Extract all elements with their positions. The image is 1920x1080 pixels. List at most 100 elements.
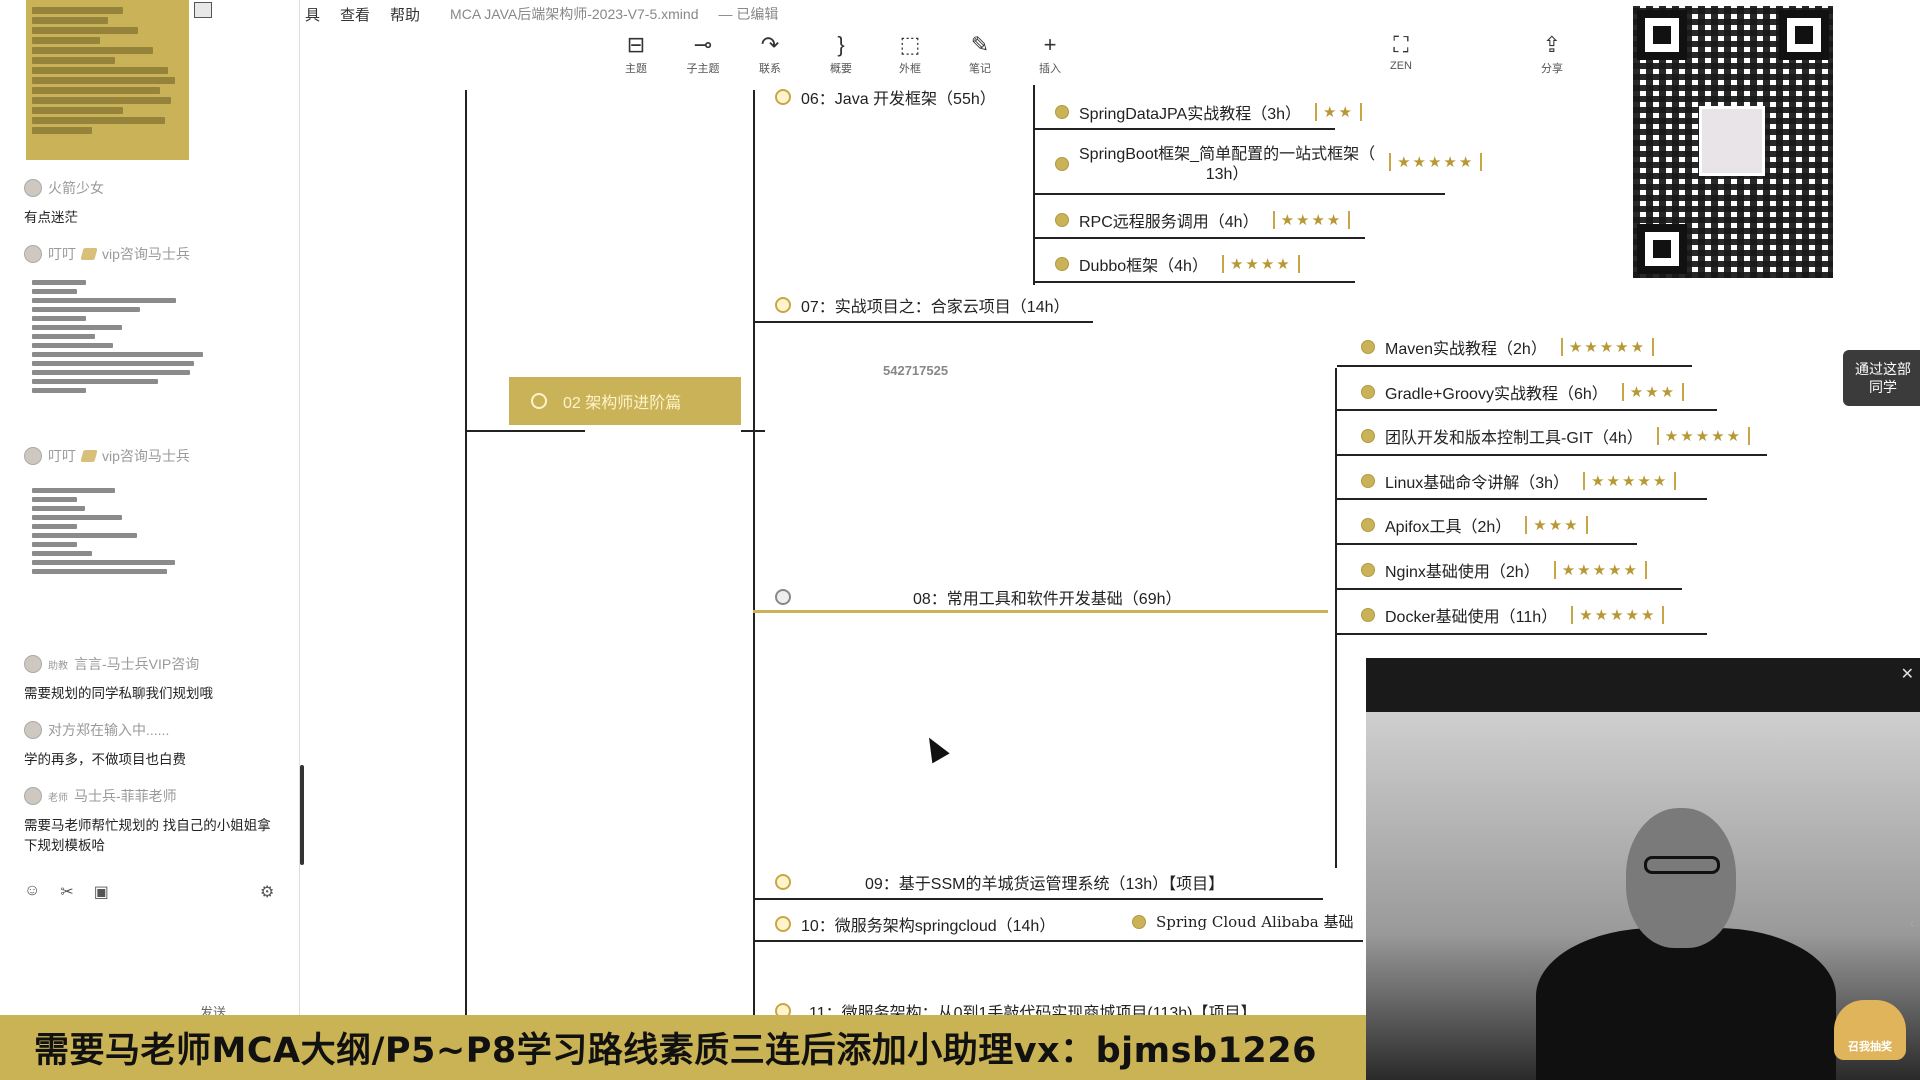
avatar bbox=[24, 447, 42, 465]
live-chat-panel: 火箭少女 有点迷茫 叮叮 vip咨询马士兵 叮叮 vip咨询马士兵 助教 言言-… bbox=[0, 0, 300, 1020]
subtopic-docker[interactable]: Docker基础使用（11h） ★★★★★ bbox=[1361, 603, 1665, 627]
summary-icon: } bbox=[837, 32, 845, 57]
subtopic-nginx[interactable]: Nginx基础使用（2h） ★★★★★ bbox=[1361, 558, 1647, 582]
connector-line bbox=[1337, 498, 1707, 500]
menu-item-view[interactable]: 查看 bbox=[340, 4, 370, 25]
zen-label: ZEN bbox=[1390, 60, 1412, 72]
promo-banner: 需要马老师MCA大纲/P5~P8学习路线素质三连后添加小助理vx：bjmsb12… bbox=[0, 1015, 1366, 1080]
topic-label: 08：常用工具和软件开发基础（69h） bbox=[913, 591, 1182, 608]
insert-button[interactable]: + 插入 bbox=[1022, 30, 1078, 76]
avatar bbox=[24, 245, 42, 263]
chat-message-blurred bbox=[32, 484, 182, 578]
connector-line bbox=[753, 940, 1363, 942]
side-promo-tag[interactable]: 通过这部 同学 bbox=[1843, 350, 1920, 406]
subtopic-button[interactable]: ⊸ 子主题 bbox=[675, 30, 731, 76]
rating-stars: ★★★★ bbox=[1272, 211, 1351, 229]
menu-item-help[interactable]: 帮助 bbox=[390, 4, 420, 25]
chat-username: 对方郑在输入中...... bbox=[48, 722, 170, 738]
boundary-icon: ⬚ bbox=[899, 32, 921, 57]
topic-marker-icon bbox=[775, 916, 791, 932]
subtopic-linux[interactable]: Linux基础命令讲解（3h） ★★★★★ bbox=[1361, 469, 1677, 493]
summary-button[interactable]: } 概要 bbox=[813, 30, 869, 76]
emoji-icon[interactable]: ☺ bbox=[24, 882, 40, 902]
bullet-icon bbox=[1361, 518, 1375, 532]
connector-line bbox=[1337, 409, 1717, 411]
close-icon[interactable]: ✕ bbox=[1901, 664, 1914, 684]
note-button[interactable]: ✎ 笔记 bbox=[952, 30, 1008, 76]
qr-code bbox=[1633, 6, 1833, 278]
chat-message-text: 需要规划的同学私聊我们规划哦 bbox=[24, 686, 213, 701]
subtopic-rpc[interactable]: RPC远程服务调用（4h） ★★★★ bbox=[1055, 208, 1351, 232]
bullet-icon bbox=[1361, 340, 1375, 354]
webcam-video[interactable]: ✕ ‹ 召我抽奖 bbox=[1366, 658, 1920, 1080]
topic-09[interactable]: 09：基于SSM的羊城货运管理系统（13h）【项目】 bbox=[775, 870, 1224, 894]
rating-stars: ★★★★★ bbox=[1656, 427, 1751, 445]
lottery-badge[interactable]: 召我抽奖 bbox=[1834, 1000, 1906, 1060]
topic-icon: ⊟ bbox=[626, 32, 646, 57]
topic-label: 09：基于SSM的羊城货运管理系统（13h）【项目】 bbox=[865, 876, 1225, 893]
screen: 火箭少女 有点迷茫 叮叮 vip咨询马士兵 叮叮 vip咨询马士兵 助教 言言-… bbox=[0, 0, 1920, 1080]
zen-button[interactable]: ⛶ ZEN bbox=[1373, 30, 1429, 72]
topic-label: 06：Java 开发框架（55h） bbox=[801, 91, 996, 108]
chat-message-blurred bbox=[32, 276, 212, 397]
edit-status: — 已编辑 bbox=[718, 6, 779, 22]
avatar bbox=[24, 179, 42, 197]
connector-line bbox=[753, 321, 1093, 323]
chat-username-suffix: vip咨询马士兵 bbox=[102, 246, 190, 262]
scissors-icon[interactable]: ✂ bbox=[60, 882, 73, 902]
subtopic-label: Maven实战教程（2h） bbox=[1385, 341, 1547, 358]
topic-10[interactable]: 10：微服务架构springcloud（14h） bbox=[775, 912, 1055, 936]
chat-scrollbar[interactable] bbox=[300, 765, 304, 865]
boundary-button[interactable]: ⬚ 外框 bbox=[882, 30, 938, 76]
edit-icon[interactable] bbox=[194, 2, 212, 18]
watermark-id: 542717525 bbox=[883, 363, 949, 378]
subtopic-label: SpringBoot框架_简单配置的一站式框架（ bbox=[1079, 146, 1376, 163]
subtopic-springboot[interactable]: SpringBoot框架_简单配置的一站式框架（ 13h） ★★★★★ bbox=[1055, 145, 1483, 185]
connector-line bbox=[1337, 588, 1682, 590]
subtopic-git[interactable]: 团队开发和版本控制工具-GIT（4h） ★★★★★ bbox=[1361, 424, 1751, 448]
connector-line bbox=[465, 430, 585, 432]
image-icon[interactable]: ▣ bbox=[94, 882, 109, 902]
rating-stars: ★★★ bbox=[1525, 516, 1588, 534]
bullet-icon bbox=[1132, 914, 1146, 929]
subtopic-springdatajpa[interactable]: SpringDataJPA实战教程（3h） ★★ bbox=[1055, 100, 1362, 124]
topic-08[interactable]: 08：常用工具和软件开发基础（69h） bbox=[775, 585, 1182, 609]
chat-role-badge: 助教 bbox=[48, 660, 68, 672]
collapse-icon[interactable]: ‹ bbox=[1910, 916, 1914, 930]
connector-line bbox=[1337, 633, 1707, 635]
settings-icon[interactable]: ⚙ bbox=[260, 882, 274, 902]
chat-message-text: 有点迷茫 bbox=[24, 210, 78, 225]
rating-stars: ★★★★★ bbox=[1560, 338, 1655, 356]
subtopic-dubbo[interactable]: Dubbo框架（4h） ★★★★ bbox=[1055, 252, 1300, 276]
share-button[interactable]: ⇪ 分享 bbox=[1524, 30, 1580, 76]
topic-06[interactable]: 06：Java 开发框架（55h） bbox=[775, 85, 996, 109]
vip-badge-icon bbox=[80, 450, 98, 462]
chat-message-header: 助教 言言-马士兵VIP咨询 bbox=[24, 654, 199, 674]
boundary-label: 外框 bbox=[899, 63, 921, 75]
subtopic-label: SpringDataJPA实战教程（3h） bbox=[1079, 106, 1302, 123]
subtopic-springcloud-alibaba[interactable]: Spring Cloud Alibaba 基础 bbox=[1132, 911, 1354, 932]
topic-button[interactable]: ⊟ 主题 bbox=[608, 30, 664, 76]
rating-stars: ★★ bbox=[1315, 103, 1362, 121]
file-title: MCA JAVA后端架构师-2023-V7-5.xmind bbox=[450, 6, 699, 22]
subtopic-gradle[interactable]: Gradle+Groovy实战教程（6h） ★★★ bbox=[1361, 380, 1685, 404]
qr-finder-icon bbox=[1637, 224, 1687, 274]
branch-topic[interactable]: 02 架构师进阶篇 bbox=[509, 377, 741, 425]
connector-line bbox=[1035, 128, 1335, 130]
chat-message-text: 学的再多，不做项目也白费 bbox=[24, 752, 186, 767]
subtopic-apifox[interactable]: Apifox工具（2h） ★★★ bbox=[1361, 513, 1588, 537]
qr-logo bbox=[1699, 106, 1765, 176]
subtopic-label-line2: 13h） bbox=[1205, 166, 1249, 183]
menu-item-tools[interactable]: 具 bbox=[305, 4, 320, 25]
topic-marker-icon bbox=[775, 874, 791, 890]
connector-line bbox=[1033, 85, 1035, 285]
subtopic-label: Spring Cloud Alibaba 基础 bbox=[1156, 913, 1354, 931]
topic-07[interactable]: 07：实战项目之：合家云项目（14h） bbox=[775, 293, 1070, 317]
summary-label: 概要 bbox=[830, 63, 852, 75]
rating-stars: ★★★★ bbox=[1221, 255, 1300, 273]
relationship-button[interactable]: ↷ 联系 bbox=[742, 30, 798, 76]
connector-line bbox=[1337, 454, 1767, 456]
bullet-icon bbox=[1361, 474, 1375, 488]
subtopic-label: Gradle+Groovy实战教程（6h） bbox=[1385, 386, 1608, 403]
subtopic-maven[interactable]: Maven实战教程（2h） ★★★★★ bbox=[1361, 335, 1655, 359]
